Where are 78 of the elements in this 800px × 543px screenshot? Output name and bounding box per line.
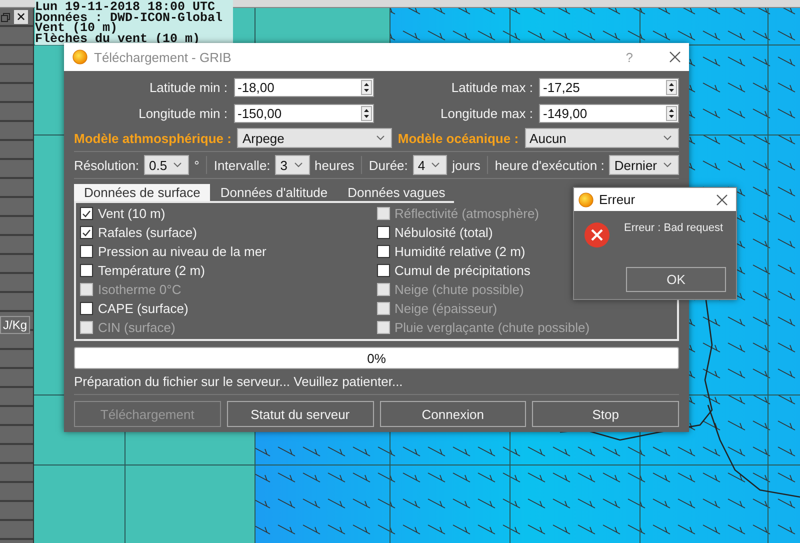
model-dropdown[interactable]: Arpege bbox=[237, 128, 392, 148]
chevron-icon bbox=[663, 162, 672, 168]
model-label: Modèle athmosphérique : bbox=[74, 130, 232, 146]
checkbox-label: CAPE (surface) bbox=[98, 301, 188, 316]
option-dropdown[interactable]: 0.5 bbox=[144, 155, 190, 175]
tab[interactable]: Données de surface bbox=[74, 184, 210, 201]
option-dropdown[interactable]: 4 bbox=[412, 155, 448, 175]
spinner-icon[interactable] bbox=[666, 80, 677, 95]
checkbox-label: Réflectivité (atmosphère) bbox=[394, 206, 539, 221]
window-title: Téléchargement - GRIB bbox=[94, 50, 232, 64]
chevron-icon bbox=[431, 162, 440, 168]
error-message: Erreur : Bad request bbox=[624, 222, 724, 236]
tab[interactable]: Données vagues bbox=[338, 184, 456, 201]
checkbox-label: CIN (surface) bbox=[98, 320, 176, 335]
option-dropdown[interactable]: 3 bbox=[275, 155, 310, 175]
unit-text: heures bbox=[314, 158, 354, 172]
checkbox[interactable] bbox=[80, 302, 93, 315]
restore-icon[interactable] bbox=[1, 13, 10, 22]
map-info-text: Données : DWD-ICON-Global bbox=[35, 12, 224, 23]
checkbox[interactable] bbox=[376, 264, 390, 277]
field-label: Longitude min : bbox=[138, 106, 228, 121]
checkbox-label: Nébulosité (total) bbox=[394, 225, 493, 240]
window-title: Erreur bbox=[599, 192, 636, 207]
checkbox[interactable] bbox=[80, 264, 93, 277]
chevron-icon bbox=[294, 162, 303, 168]
chevron-icon bbox=[376, 135, 385, 141]
spinner-icon[interactable] bbox=[360, 106, 372, 121]
checkbox[interactable] bbox=[80, 207, 93, 220]
ok-button[interactable]: OK bbox=[626, 267, 726, 292]
unit-text: jours bbox=[452, 158, 480, 172]
unit-text: ° bbox=[194, 158, 200, 172]
close-icon[interactable] bbox=[669, 51, 681, 63]
option-label: Durée: bbox=[368, 158, 408, 172]
checkbox[interactable] bbox=[80, 226, 93, 239]
checkbox-label: Neige (chute possible) bbox=[394, 282, 524, 297]
sun-icon bbox=[72, 49, 88, 65]
checkbox-label: Rafales (surface) bbox=[98, 225, 197, 240]
progress-text: 0% bbox=[367, 350, 386, 366]
status-text: Préparation du fichier sur le serveur... Veuillez patienter... bbox=[74, 374, 679, 395]
field-label: Longitude max : bbox=[439, 106, 533, 121]
spinner-icon[interactable] bbox=[666, 106, 677, 121]
unit-label: J/Kg bbox=[0, 316, 30, 334]
model-label: Modèle océanique : bbox=[398, 130, 519, 146]
map-info-text: Lun 19-11-2018 18:00 UTC bbox=[35, 2, 216, 12]
option-dropdown[interactable]: Dernier bbox=[609, 155, 679, 175]
checkbox-label: Neige (épaisseur) bbox=[394, 301, 498, 316]
number-field[interactable]: -150,00 bbox=[234, 104, 374, 123]
model-dropdown[interactable]: Aucun bbox=[524, 128, 679, 148]
spinner-icon[interactable] bbox=[360, 80, 372, 95]
action-button[interactable]: Stop bbox=[532, 401, 679, 427]
checkbox[interactable] bbox=[376, 245, 390, 258]
chevron-icon bbox=[663, 135, 672, 141]
checkbox[interactable] bbox=[80, 245, 93, 258]
checkbox-label: Pluie verglaçante (chute possible) bbox=[394, 320, 590, 335]
checkbox-label: Humidité relative (2 m) bbox=[394, 244, 526, 259]
checkbox-label: Isotherme 0°C bbox=[98, 282, 182, 297]
number-field[interactable]: -18,00 bbox=[234, 78, 374, 97]
tab[interactable]: Données d'altitude bbox=[210, 184, 338, 201]
checkbox-label: Cumul de précipitations bbox=[394, 263, 530, 278]
checkbox-label: Pression au niveau de la mer bbox=[98, 244, 266, 259]
error-icon bbox=[584, 222, 610, 248]
number-field[interactable]: -17,25 bbox=[539, 78, 679, 97]
chevron-icon bbox=[173, 162, 182, 168]
action-button[interactable]: Statut du serveur bbox=[226, 401, 374, 427]
field-label: Latitude max : bbox=[450, 80, 533, 95]
field-label: Latitude min : bbox=[148, 80, 228, 95]
close-icon[interactable] bbox=[716, 194, 728, 206]
checkbox[interactable] bbox=[376, 226, 390, 239]
checkbox-label: Température (2 m) bbox=[98, 263, 205, 278]
close-button[interactable]: ✕ bbox=[14, 10, 28, 24]
option-label: heure d'exécution : bbox=[494, 158, 604, 172]
option-label: Intervalle: bbox=[214, 158, 270, 172]
sun-icon bbox=[578, 192, 594, 208]
number-field[interactable]: -149,00 bbox=[539, 104, 679, 123]
map-info-text: Vent (10 m) bbox=[35, 23, 118, 34]
option-label: Résolution: bbox=[74, 158, 140, 172]
action-button[interactable]: Connexion bbox=[380, 401, 526, 427]
checkbox-label: Vent (10 m) bbox=[98, 206, 166, 221]
